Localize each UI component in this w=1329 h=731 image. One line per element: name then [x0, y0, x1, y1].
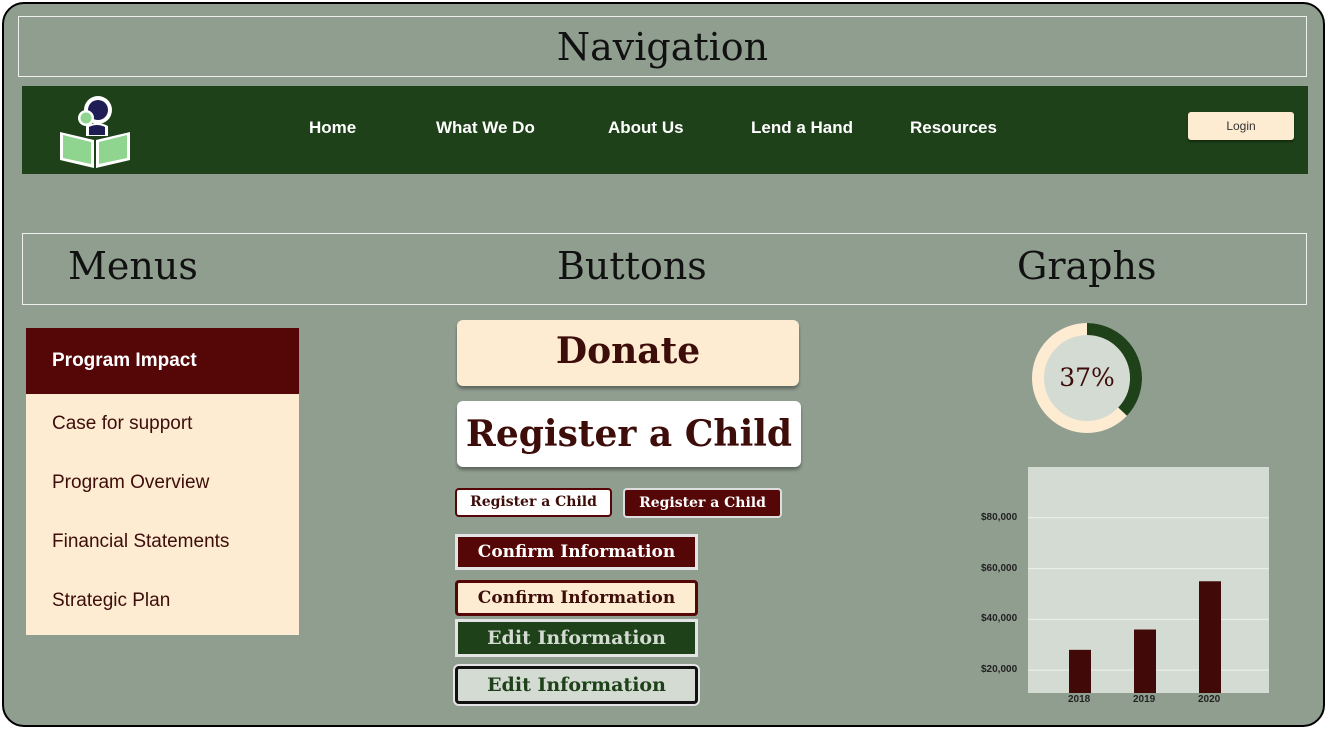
bar-chart-area [1028, 467, 1269, 693]
x-tick-label: 2018 [1068, 694, 1091, 705]
nav-link-lend-a-hand[interactable]: Lend a Hand [751, 118, 853, 138]
donut-percent-label: 37% [1059, 363, 1115, 392]
y-tick-label: $60,000 [981, 562, 1018, 574]
menu-item-program-overview[interactable]: Program Overview [26, 453, 299, 512]
buttons-section-title: Buttons [557, 244, 707, 288]
graphs-section-title: Graphs [1017, 244, 1157, 288]
reading-child-book-icon [60, 96, 130, 168]
components-section-header: Menus Buttons Graphs [22, 233, 1307, 305]
page-frame: Navigation Home What We Do About Us Lend… [2, 2, 1325, 727]
edit-information-outline-button[interactable]: Edit Information [455, 666, 698, 704]
edit-information-filled-button[interactable]: Edit Information [455, 619, 698, 657]
confirm-information-outline-button[interactable]: Confirm Information [455, 580, 698, 616]
x-tick-label: 2019 [1133, 694, 1156, 705]
donate-button[interactable]: Donate [457, 320, 799, 386]
nav-link-about-us[interactable]: About Us [608, 118, 684, 138]
x-tick-label: 2020 [1198, 694, 1221, 705]
register-child-outline-button[interactable]: Register a Child [455, 488, 612, 517]
register-child-filled-button[interactable]: Register a Child [623, 488, 782, 518]
nav-link-home[interactable]: Home [309, 118, 356, 138]
menu-item-program-impact[interactable]: Program Impact [26, 328, 299, 394]
menu-item-strategic-plan[interactable]: Strategic Plan [26, 571, 299, 630]
bar-2019 [1134, 629, 1156, 693]
confirm-information-filled-button[interactable]: Confirm Information [455, 534, 698, 570]
register-child-large-button[interactable]: Register a Child [457, 401, 801, 467]
y-tick-label: $20,000 [981, 664, 1018, 676]
bar-chart-svg [1028, 517, 1269, 693]
progress-donut: 37% [1031, 322, 1143, 434]
menus-section-title: Menus [68, 244, 198, 288]
side-menu: Program Impact Case for support Program … [26, 328, 299, 635]
bar-2018 [1069, 649, 1091, 693]
nav-bar: Home What We Do About Us Lend a Hand Res… [22, 86, 1308, 174]
y-tick-label: $40,000 [981, 613, 1018, 625]
bar-2020 [1199, 581, 1221, 693]
nav-link-what-we-do[interactable]: What We Do [436, 118, 535, 138]
navigation-section-title: Navigation [556, 25, 769, 69]
menu-item-financial-statements[interactable]: Financial Statements [26, 512, 299, 571]
nav-link-resources[interactable]: Resources [910, 118, 997, 138]
y-tick-label: $80,000 [981, 511, 1018, 523]
menu-item-case-for-support[interactable]: Case for support [26, 394, 299, 453]
logo[interactable] [56, 92, 134, 168]
navigation-section-header: Navigation [18, 16, 1307, 77]
login-button[interactable]: Login [1188, 112, 1294, 140]
